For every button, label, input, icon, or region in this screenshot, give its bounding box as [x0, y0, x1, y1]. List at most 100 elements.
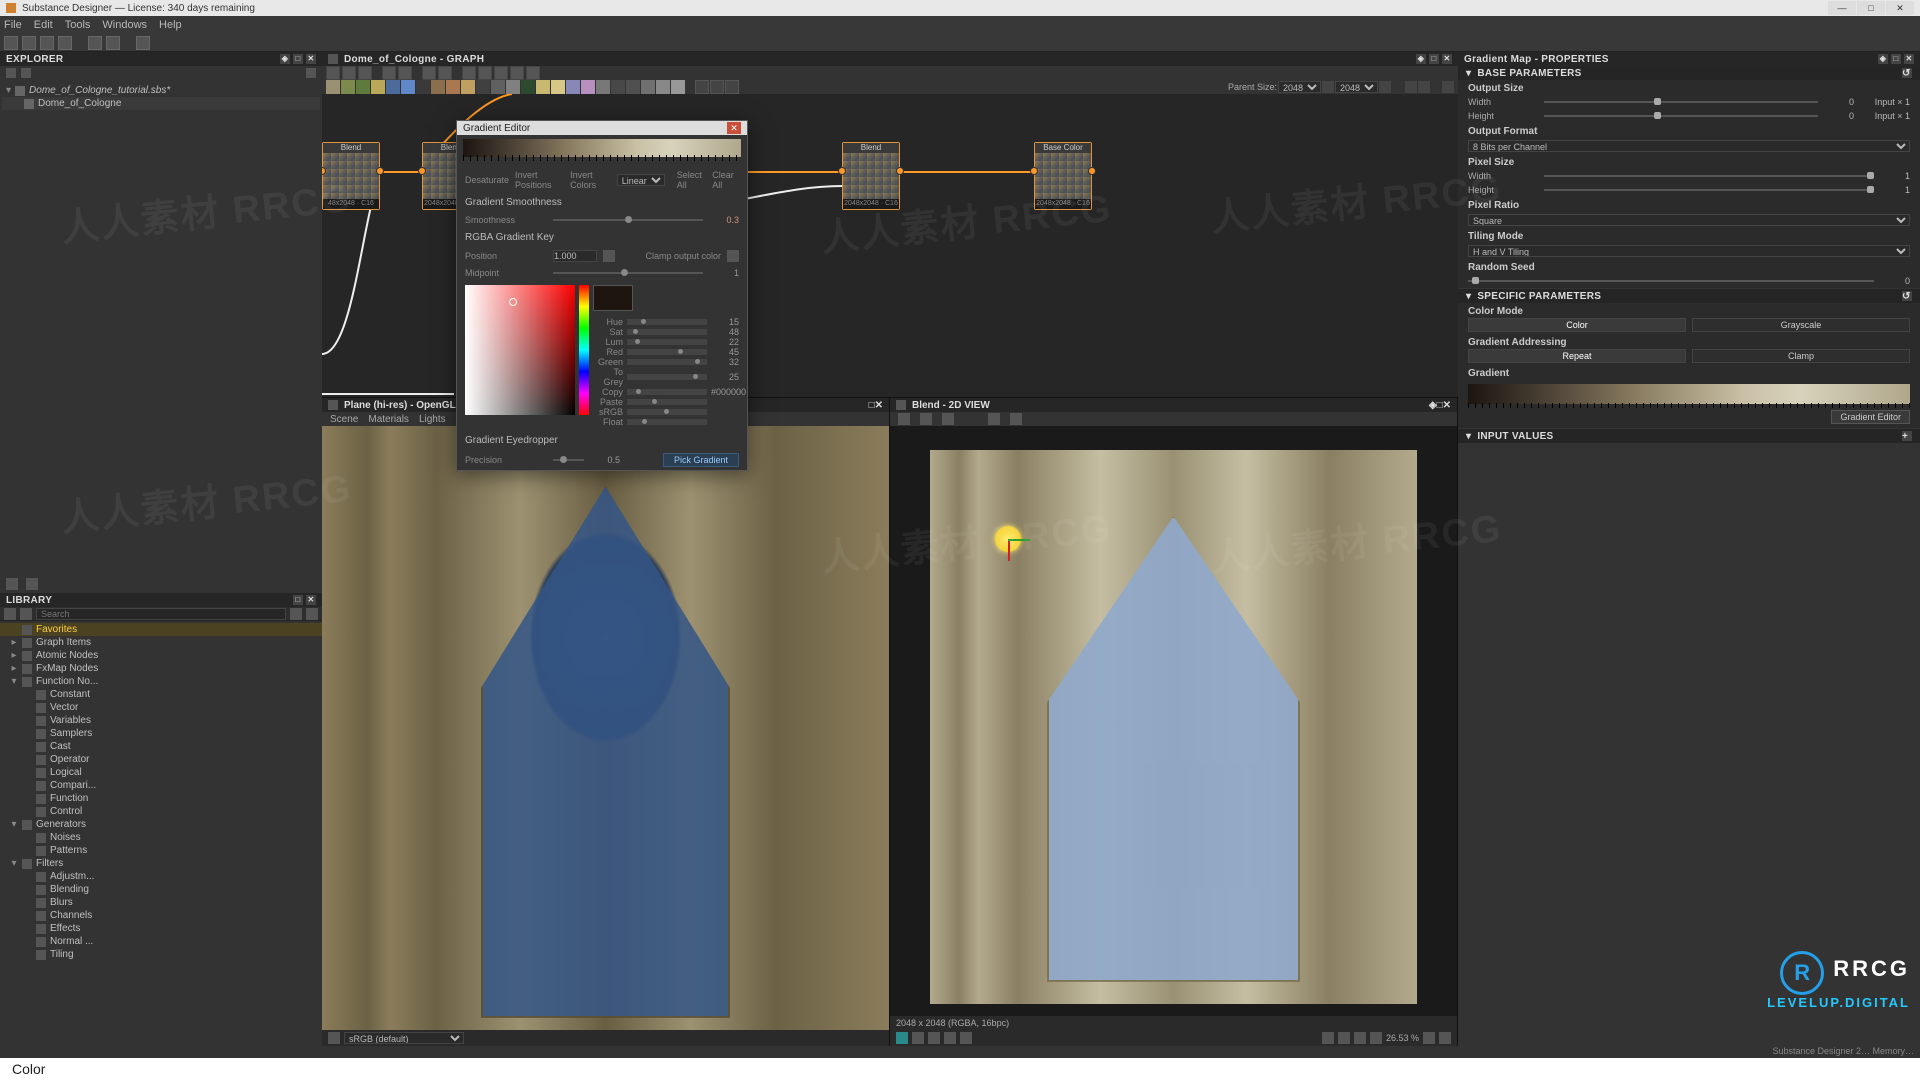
- zoom-out-icon[interactable]: [1370, 1032, 1382, 1044]
- zoom-in-icon[interactable]: [1423, 1032, 1435, 1044]
- graph-max-icon[interactable]: □: [1429, 54, 1439, 64]
- copy2d-icon[interactable]: [942, 413, 954, 425]
- library-item[interactable]: Compari...: [0, 779, 322, 792]
- prop-pin-icon[interactable]: ◈: [1878, 54, 1888, 64]
- open-gradient-editor-button[interactable]: Gradient Editor: [1831, 410, 1910, 424]
- gradient-editor-close-button[interactable]: ✕: [727, 122, 741, 134]
- library-item[interactable]: Normal ...: [0, 935, 322, 948]
- channel-b-icon[interactable]: [944, 1032, 956, 1044]
- timing-icon[interactable]: [398, 66, 412, 80]
- library-item[interactable]: Favorites: [0, 623, 322, 636]
- tiling-select[interactable]: H and V Tiling: [1468, 245, 1910, 257]
- minimize-button[interactable]: —: [1828, 1, 1856, 15]
- library-search-input[interactable]: [36, 608, 286, 620]
- channel-g-icon[interactable]: [928, 1032, 940, 1044]
- output-pin[interactable]: [376, 167, 384, 175]
- menu3d-scene[interactable]: Scene: [330, 414, 358, 425]
- palette-chip[interactable]: [326, 80, 340, 94]
- library-item[interactable]: Blending: [0, 883, 322, 896]
- palette-chip[interactable]: [341, 80, 355, 94]
- seed-slider[interactable]: [1468, 277, 1874, 285]
- desaturate-link[interactable]: Desaturate: [465, 175, 509, 185]
- fit-icon[interactable]: [1354, 1032, 1366, 1044]
- clear-icon[interactable]: [306, 608, 318, 620]
- reload-icon[interactable]: [136, 36, 150, 50]
- maximize-button[interactable]: □: [1857, 1, 1885, 15]
- palette-chip[interactable]: [551, 80, 565, 94]
- library-item[interactable]: Patterns: [0, 844, 322, 857]
- gradient-editor-titlebar[interactable]: Gradient Editor ✕: [457, 121, 747, 135]
- add-input-icon[interactable]: +: [1902, 431, 1912, 441]
- new-icon[interactable]: [4, 36, 18, 50]
- eye2-icon[interactable]: [1418, 81, 1430, 93]
- cp-field-slider[interactable]: [627, 349, 707, 355]
- palette-chip[interactable]: [371, 80, 385, 94]
- prop-max-icon[interactable]: □: [1891, 54, 1901, 64]
- undo-icon[interactable]: [88, 36, 102, 50]
- open2d-icon[interactable]: [898, 413, 910, 425]
- align-icon[interactable]: [462, 66, 476, 80]
- color-swatch[interactable]: [593, 285, 633, 311]
- graph-close-icon[interactable]: ✕: [1442, 54, 1452, 64]
- info-icon[interactable]: [26, 578, 38, 590]
- filter-icon[interactable]: [290, 608, 302, 620]
- library-item[interactable]: Channels: [0, 909, 322, 922]
- tree-package[interactable]: ▾ Dome_of_Cologne_tutorial.sbs*: [2, 84, 320, 97]
- info-tool-icon[interactable]: [382, 66, 396, 80]
- save-all-icon[interactable]: [58, 36, 72, 50]
- palette-chip[interactable]: [656, 80, 670, 94]
- view3d-canvas[interactable]: [322, 426, 889, 1030]
- palette-chip[interactable]: [416, 80, 430, 94]
- person-icon[interactable]: [1442, 81, 1454, 93]
- graph-node[interactable]: Base Color2048x2048 · C16: [1034, 142, 1092, 210]
- info2d-icon[interactable]: [988, 413, 1000, 425]
- cp-field-slider[interactable]: [627, 399, 707, 405]
- library-item[interactable]: Function: [0, 792, 322, 805]
- ratio-select[interactable]: Square: [1468, 214, 1910, 226]
- save2d-icon[interactable]: [920, 413, 932, 425]
- library-item[interactable]: ▾Generators: [0, 818, 322, 831]
- view-icon[interactable]: [326, 66, 340, 80]
- physical-size-icon[interactable]: [1439, 1032, 1451, 1044]
- brush-icon[interactable]: [20, 608, 32, 620]
- palette-chip[interactable]: [401, 80, 415, 94]
- cp-field-slider[interactable]: [627, 419, 707, 425]
- link-dims-icon[interactable]: [1322, 81, 1334, 93]
- flow-icon[interactable]: [494, 66, 508, 80]
- color-icon[interactable]: [526, 66, 540, 80]
- view3d-close-icon[interactable]: ✕: [875, 400, 883, 411]
- parent-height-select[interactable]: 2048: [1335, 81, 1378, 93]
- input-pin[interactable]: [1030, 167, 1038, 175]
- highlight-icon[interactable]: [510, 66, 524, 80]
- text-tool-icon[interactable]: [6, 578, 18, 590]
- palette-chip[interactable]: [431, 80, 445, 94]
- library-item[interactable]: Blurs: [0, 896, 322, 909]
- input-pin[interactable]: [838, 167, 846, 175]
- hue-slider[interactable]: [579, 285, 589, 415]
- menu-edit[interactable]: Edit: [34, 19, 53, 31]
- palette-chip[interactable]: [566, 80, 580, 94]
- library-item[interactable]: Control: [0, 805, 322, 818]
- histogram-icon[interactable]: [1010, 413, 1022, 425]
- palette-chip[interactable]: [641, 80, 655, 94]
- tile-icon[interactable]: [1338, 1032, 1350, 1044]
- settings-icon[interactable]: [306, 68, 316, 78]
- color-mode-color[interactable]: Color: [1468, 318, 1686, 332]
- grid-icon[interactable]: [478, 66, 492, 80]
- reset-icon[interactable]: ↺: [1902, 68, 1912, 78]
- share-icon[interactable]: [438, 66, 452, 80]
- snapshot-icon[interactable]: [358, 66, 372, 80]
- menu3d-materials[interactable]: Materials: [368, 414, 409, 425]
- lib-close-icon[interactable]: ✕: [306, 595, 316, 605]
- menu-windows[interactable]: Windows: [102, 19, 147, 31]
- colorspace-select[interactable]: sRGB (default): [344, 1032, 464, 1044]
- redo-icon[interactable]: [106, 36, 120, 50]
- position-input[interactable]: [553, 250, 597, 262]
- mode-icon[interactable]: [710, 80, 724, 94]
- output-pin[interactable]: [1088, 167, 1096, 175]
- palette-chip[interactable]: [611, 80, 625, 94]
- library-item[interactable]: Tiling: [0, 948, 322, 961]
- clamp-toggle[interactable]: Clamp output color: [645, 251, 721, 261]
- menu-help[interactable]: Help: [159, 19, 182, 31]
- reset-icon[interactable]: ↺: [1902, 291, 1912, 301]
